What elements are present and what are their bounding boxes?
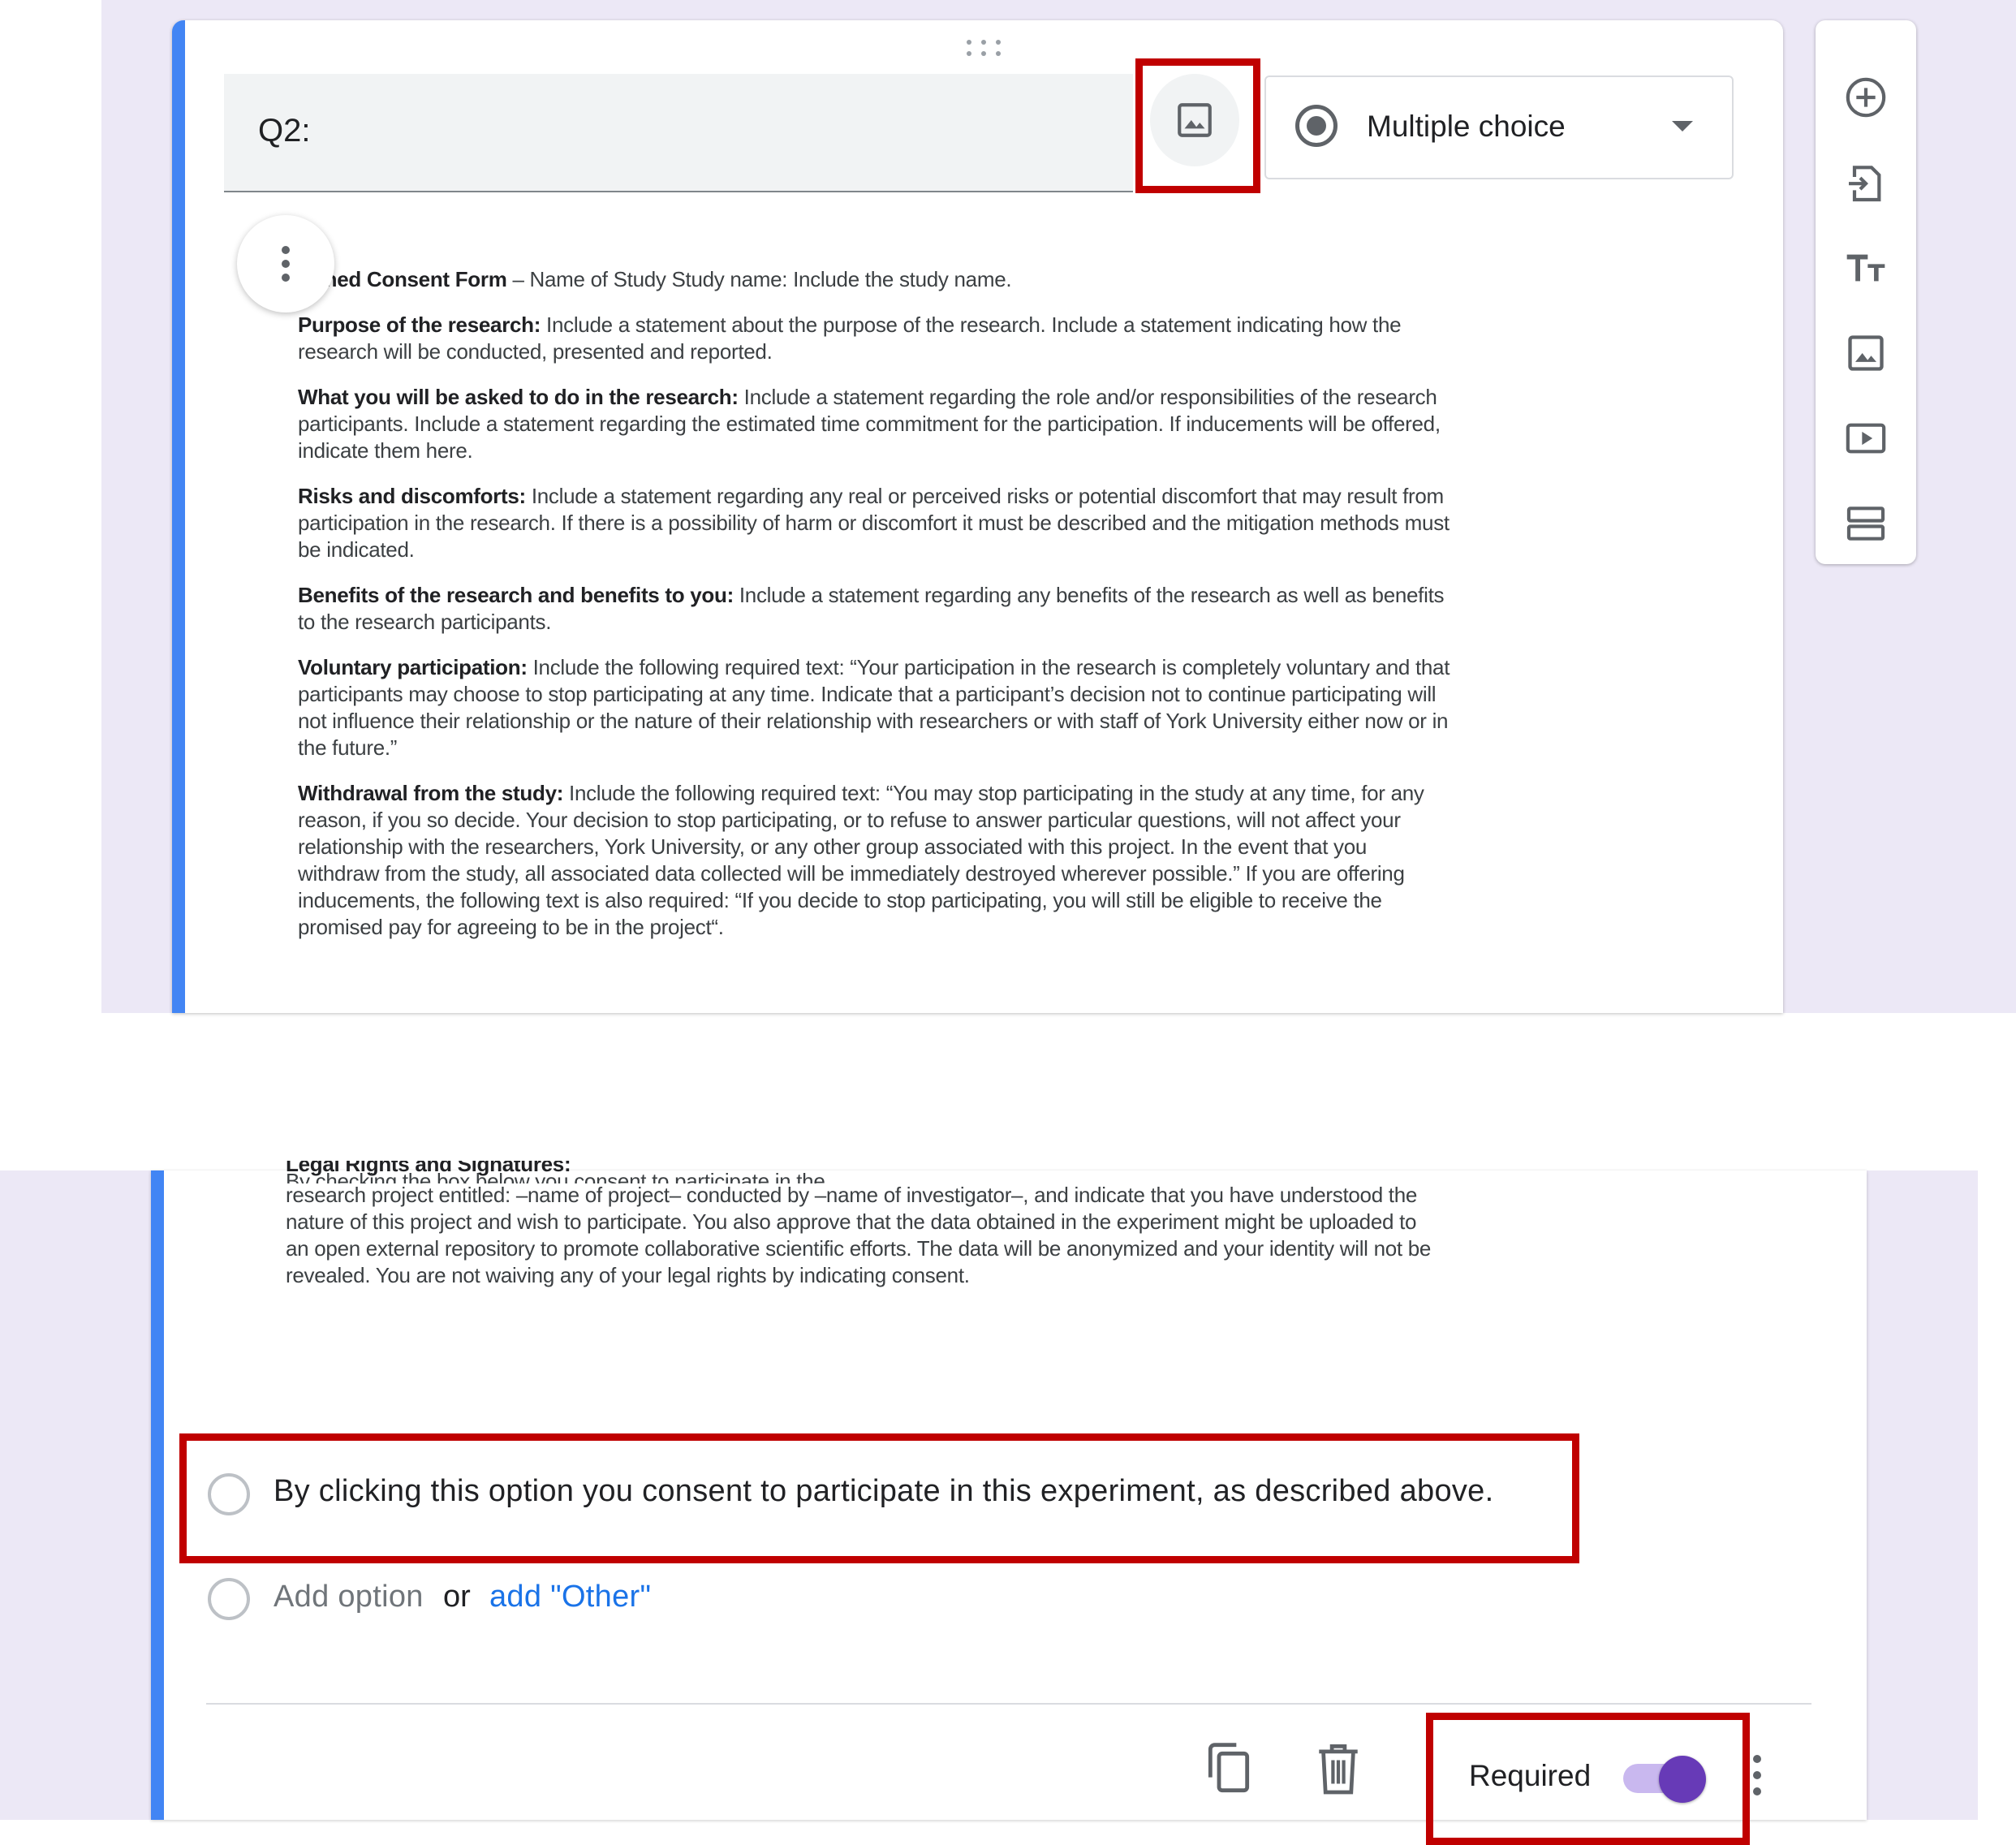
vertical-dots-icon xyxy=(282,246,290,282)
add-option-field[interactable]: Add option xyxy=(274,1580,424,1614)
dropdown-caret-icon xyxy=(1672,121,1693,131)
footer-divider xyxy=(206,1703,1811,1705)
consent-paragraph: Purpose of the research: Include a state… xyxy=(298,313,1402,364)
legal-rights-paragraph: research project entitled: –name of proj… xyxy=(286,1183,1432,1287)
consent-heading: ormed Consent Form – Name of Study Study… xyxy=(298,267,1012,291)
highlight-box-consent-option xyxy=(179,1433,1579,1563)
question-title[interactable]: Q2: xyxy=(258,113,310,149)
add-question-button[interactable] xyxy=(1833,65,1898,130)
delete-button[interactable] xyxy=(1315,1740,1362,1801)
image-options-button[interactable] xyxy=(237,215,334,313)
consent-paragraph: Risks and discomforts: Include a stateme… xyxy=(298,484,1450,562)
video-icon xyxy=(1846,423,1886,454)
image-icon xyxy=(1848,335,1884,371)
add-circle-icon xyxy=(1846,77,1886,118)
highlight-box-image-button xyxy=(1135,58,1260,193)
add-option-radio xyxy=(208,1578,250,1620)
section-icon xyxy=(1846,507,1885,541)
consent-paragraph: What you will be asked to do in the rese… xyxy=(298,385,1441,463)
title-text-icon xyxy=(1846,254,1885,282)
highlight-box-required-toggle xyxy=(1426,1713,1750,1845)
consent-paragraph: Withdrawal from the study: Include the f… xyxy=(298,781,1424,939)
add-video-button[interactable] xyxy=(1833,406,1898,471)
duplicate-button[interactable] xyxy=(1203,1740,1255,1801)
or-text: or xyxy=(443,1580,471,1614)
add-other-link[interactable]: add "Other" xyxy=(489,1580,651,1614)
consent-form-image-bottom: research project entitled: –name of proj… xyxy=(286,1182,1438,1308)
radio-selected-icon xyxy=(1295,105,1338,147)
consent-paragraph: Voluntary participation: Include the fol… xyxy=(298,655,1450,760)
copy-icon xyxy=(1208,1743,1250,1793)
consent-paragraph: Benefits of the research and benefits to… xyxy=(298,583,1445,634)
question-title-field[interactable]: Q2: xyxy=(224,74,1133,192)
add-title-button[interactable] xyxy=(1833,235,1898,300)
vertical-dots-icon xyxy=(1753,1755,1761,1763)
active-card-accent xyxy=(151,1170,164,1820)
side-toolbar xyxy=(1816,20,1916,564)
import-questions-button[interactable] xyxy=(1833,150,1898,215)
trash-icon xyxy=(1319,1744,1358,1795)
question-card: Q2: Multiple choice ormed Consent Form –… xyxy=(172,20,1783,1013)
legal-rights-partial-line: Legal Rights and Signatures: By checking… xyxy=(286,1161,825,1183)
add-section-button[interactable] xyxy=(1833,491,1898,556)
import-file-icon xyxy=(1849,166,1881,202)
add-image-tool-button[interactable] xyxy=(1833,321,1898,386)
drag-handle-icon[interactable] xyxy=(963,37,1004,59)
question-type-label: Multiple choice xyxy=(1367,110,1566,143)
active-card-accent xyxy=(172,20,185,1013)
consent-form-image: ormed Consent Form – Name of Study Study… xyxy=(298,266,1450,959)
question-type-dropdown[interactable]: Multiple choice xyxy=(1264,75,1734,179)
